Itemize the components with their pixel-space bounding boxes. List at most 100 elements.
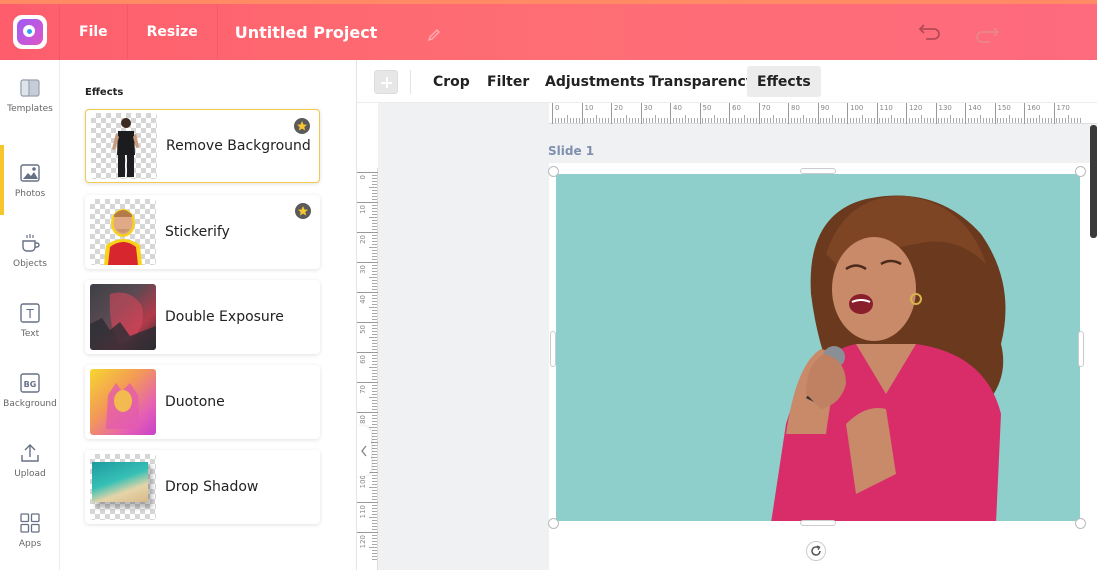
ruler-top-minor-tick <box>976 118 978 123</box>
ruler-left-minor-tick <box>372 403 377 404</box>
ruler-top-minor-tick <box>619 118 621 123</box>
effect-label: Double Exposure <box>165 309 284 325</box>
ruler-left-minor-tick <box>372 274 377 275</box>
ruler-top-minor-tick <box>587 118 589 123</box>
ruler-top-minor-tick <box>1012 118 1014 123</box>
effect-card-duotone[interactable]: Duotone <box>85 365 320 439</box>
add-element-button[interactable] <box>374 70 398 94</box>
ruler-left-minor-tick <box>372 235 377 236</box>
ruler-left-minor-tick <box>372 220 377 221</box>
ruler-top-tick <box>1024 103 1025 124</box>
ruler-top-minor-tick <box>844 118 846 123</box>
ruler-left-label: 110 <box>359 505 367 519</box>
tab-adjustments[interactable]: Adjustments <box>535 66 655 97</box>
stickerify-thumbnail <box>90 199 156 265</box>
ruler-left-minor-tick <box>372 466 377 467</box>
rail-item-upload[interactable]: Upload <box>0 425 60 495</box>
effect-card-drop-shadow[interactable]: Drop Shadow <box>85 450 320 524</box>
tab-effects[interactable]: Effects <box>747 66 821 97</box>
ruler-left-minor-tick <box>369 517 377 518</box>
ruler-left-minor-tick <box>372 451 377 452</box>
ruler-top-minor-tick <box>917 118 919 123</box>
file-menu-button[interactable]: File <box>60 4 128 60</box>
ruler-top-minor-tick <box>1021 118 1023 123</box>
ruler-top-minor-tick <box>664 118 666 123</box>
ruler-top-tick <box>906 103 907 124</box>
resize-handle-bottom-right[interactable] <box>1075 518 1086 529</box>
resize-handle-top-left[interactable] <box>548 166 559 177</box>
resize-handle-top[interactable] <box>800 168 836 174</box>
ruler-left-minor-tick <box>372 409 377 410</box>
ruler-top-minor-tick <box>835 118 837 123</box>
ruler-left-minor-tick <box>372 205 377 206</box>
ruler-top-minor-tick <box>746 118 748 123</box>
rotate-button[interactable] <box>806 541 826 561</box>
ruler-left-minor-tick <box>372 211 377 212</box>
ruler-top-minor-tick <box>599 118 601 123</box>
effect-card-double-exposure[interactable]: Double Exposure <box>85 280 320 354</box>
app-logo[interactable] <box>0 4 60 60</box>
ruler-top-minor-tick <box>1006 118 1008 123</box>
redo-icon[interactable] <box>976 25 1000 43</box>
rail-item-apps[interactable]: Apps <box>0 495 60 565</box>
ruler-top-minor-tick <box>790 118 792 123</box>
ruler-left-minor-tick <box>372 493 377 494</box>
ruler-top-minor-tick <box>959 118 961 123</box>
ruler-top-minor-tick <box>605 118 607 123</box>
rotate-icon <box>811 545 821 556</box>
ruler-left-label: 40 <box>359 295 367 304</box>
ruler-top-minor-tick <box>1050 118 1052 123</box>
resize-handle-top-right[interactable] <box>1075 166 1086 177</box>
ruler-left-minor-tick <box>372 508 377 509</box>
ruler-top-minor-tick <box>687 118 689 123</box>
selection-frame <box>553 171 1082 523</box>
ruler-top-minor-tick <box>755 118 757 123</box>
rail-item-templates[interactable]: Templates <box>0 60 60 130</box>
ruler-top-minor-tick <box>602 118 604 123</box>
ruler-top-minor-tick <box>849 118 851 123</box>
ruler-top-minor-tick <box>779 118 781 123</box>
ruler-left-minor-tick <box>369 547 377 548</box>
resize-handle-right[interactable] <box>1078 331 1084 367</box>
pencil-icon[interactable] <box>427 28 441 42</box>
effect-label: Remove Background <box>166 138 311 154</box>
ruler-top-tick <box>758 103 760 124</box>
ruler-left-label: 70 <box>359 385 367 394</box>
resize-handle-left[interactable] <box>550 331 556 367</box>
resize-handle-bottom[interactable] <box>800 520 836 526</box>
effect-card-stickerify[interactable]: Stickerify <box>85 195 320 269</box>
rail-item-text[interactable]: T Text <box>0 285 60 355</box>
ruler-top-label: 30 <box>643 104 653 112</box>
ruler-top-minor-tick <box>808 118 810 123</box>
project-title[interactable]: Untitled Project <box>218 4 395 60</box>
tab-crop[interactable]: Crop <box>423 66 480 97</box>
vertical-scrollbar[interactable] <box>1090 125 1097 238</box>
ruler-left-minor-tick <box>372 286 377 287</box>
ruler-top-minor-tick <box>720 118 722 123</box>
undo-icon[interactable] <box>918 22 942 40</box>
effect-card-remove-background[interactable]: Remove Background <box>85 109 320 183</box>
rail-item-objects[interactable]: Objects <box>0 215 60 285</box>
ruler-left-minor-tick <box>372 559 377 560</box>
collapse-panel-button[interactable] <box>357 426 371 476</box>
ruler-top-minor-tick <box>634 118 636 123</box>
rail-label-apps: Apps <box>18 538 42 549</box>
effect-label: Drop Shadow <box>165 479 259 495</box>
ruler-top-minor-tick <box>979 115 981 123</box>
rail-item-photos[interactable]: Photos <box>0 145 60 215</box>
ruler-left-minor-tick <box>369 427 377 428</box>
canvas-area[interactable]: 0 10 20 30 40 50 60 70 80 90 100 110 120 130 140 150 160… <box>357 103 1097 570</box>
ruler-top-minor-tick <box>914 118 916 123</box>
resize-handle-bottom-left[interactable] <box>548 518 559 529</box>
rail-item-background[interactable]: BG Background <box>0 355 60 425</box>
ruler-gutter <box>357 103 378 168</box>
drop-shadow-thumbnail <box>90 454 156 520</box>
ruler-left-minor-tick <box>372 475 377 476</box>
ruler-top-minor-tick <box>1029 118 1031 123</box>
resize-button[interactable]: Resize <box>128 4 218 60</box>
tab-filter[interactable]: Filter <box>477 66 539 97</box>
ruler-left-minor-tick <box>372 514 377 515</box>
ruler-top-minor-tick <box>941 118 943 123</box>
ruler-left-minor-tick <box>372 268 377 269</box>
ruler-top-minor-tick <box>864 118 866 123</box>
